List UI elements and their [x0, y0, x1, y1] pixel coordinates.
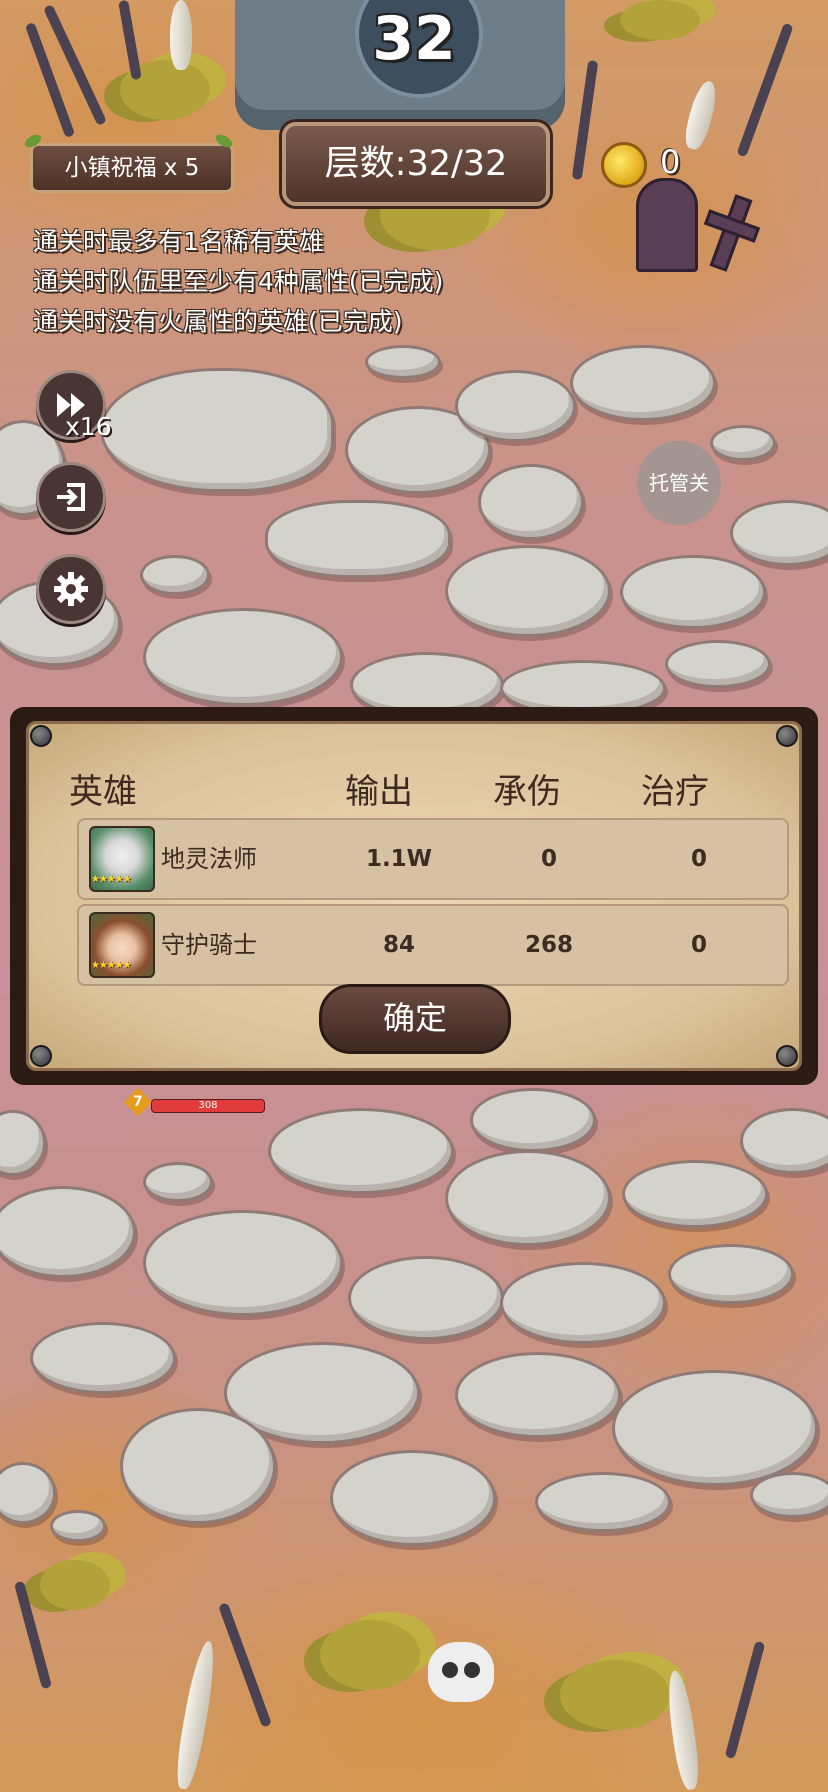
floor-indicator: 层数:32/32 — [282, 122, 550, 206]
stone-tile — [478, 464, 584, 540]
dark-spike — [724, 1640, 766, 1760]
coin-count: 0 — [660, 143, 681, 181]
bush — [40, 1560, 110, 1610]
objective-list: 通关时最多有1名稀有英雄 通关时队伍里至少有4种属性(已完成) 通关时没有火属性… — [33, 222, 443, 342]
stone-tile — [265, 500, 451, 578]
bone-tusk — [172, 1639, 220, 1791]
taken-value: 268 — [524, 932, 573, 958]
rivet-icon — [30, 725, 52, 747]
auto-play-label: 托管关 — [649, 471, 709, 495]
objective-item: 通关时最多有1名稀有英雄 — [33, 227, 324, 256]
bone-tusk — [681, 78, 721, 152]
tombstone — [636, 178, 698, 272]
speed-label: x16 — [65, 412, 112, 441]
stone-tile — [100, 368, 334, 492]
stone-tile — [445, 545, 611, 637]
rivet-icon — [30, 1045, 52, 1067]
hero-name: 守护骑士 — [161, 931, 257, 959]
stone-tile — [0, 1462, 56, 1524]
star-rating: ★★★★★ — [91, 874, 132, 885]
bone-tusk — [663, 1669, 703, 1791]
stone-tile — [730, 500, 828, 566]
stone-tile — [500, 1262, 666, 1344]
damage-value: 1.1W — [365, 846, 433, 872]
unit-level: 7 — [133, 1094, 143, 1110]
floor-label: 层数:32/32 — [324, 144, 508, 184]
stone-tile — [535, 1472, 671, 1532]
stone-tile — [0, 1186, 136, 1278]
heal-value: 0 — [690, 846, 707, 872]
bush — [560, 1660, 670, 1730]
header-damage: 输出 — [345, 772, 413, 812]
stone-tile — [120, 1408, 276, 1524]
header-hero: 英雄 — [69, 772, 137, 812]
dark-spike — [218, 1602, 272, 1728]
table-row: ★★★★★ 地灵法师 1.1W 0 0 — [77, 818, 789, 900]
rivet-icon — [776, 1045, 798, 1067]
settings-button[interactable] — [36, 554, 106, 624]
exit-icon — [57, 483, 85, 511]
stone-tile — [710, 425, 776, 461]
stone-tile — [143, 1162, 213, 1202]
damage-value: 84 — [382, 932, 415, 958]
coin-icon — [601, 142, 647, 188]
unit-hp-value: 308 — [198, 1100, 218, 1111]
stone-tile — [570, 345, 716, 421]
stone-tile — [330, 1450, 496, 1546]
stone-tile — [445, 1150, 611, 1246]
stone-tile — [740, 1108, 828, 1174]
header-heal: 治疗 — [641, 772, 709, 812]
blessing-label: 小镇祝福 x 5 — [64, 155, 200, 181]
table-row: ★★★★★ 守护骑士 84 268 0 — [77, 904, 789, 986]
stone-tile — [750, 1472, 828, 1518]
stone-tile — [50, 1510, 106, 1542]
level-number: 32 — [372, 4, 456, 74]
unit-hp-bar: 308 — [151, 1099, 265, 1113]
exit-button[interactable] — [36, 462, 106, 532]
header-taken: 承伤 — [493, 772, 561, 812]
star-rating: ★★★★★ — [91, 960, 132, 971]
stone-tile — [455, 1352, 621, 1438]
stone-tile — [140, 555, 210, 595]
dark-spike — [571, 59, 599, 181]
confirm-button[interactable]: 确定 — [319, 984, 511, 1054]
stone-tile — [622, 1160, 768, 1228]
stone-tile — [30, 1322, 176, 1394]
stone-tile — [612, 1370, 818, 1486]
objective-item: 通关时队伍里至少有4种属性(已完成) — [33, 267, 444, 296]
stone-tile — [143, 1210, 343, 1316]
taken-value: 0 — [540, 846, 557, 872]
stone-tile — [268, 1108, 454, 1194]
stone-tile — [143, 608, 343, 706]
stone-tile — [365, 345, 441, 379]
skull-icon — [428, 1642, 494, 1702]
auto-play-button[interactable]: 托管关 — [637, 441, 721, 525]
gear-icon — [54, 572, 88, 606]
heal-value: 0 — [690, 932, 707, 958]
confirm-label: 确定 — [382, 999, 447, 1037]
blessing-badge[interactable]: 小镇祝福 x 5 — [30, 143, 234, 193]
stone-tile — [348, 1256, 504, 1340]
stone-tile — [455, 370, 576, 442]
hero-name: 地灵法师 — [161, 845, 257, 873]
stone-tile — [665, 640, 771, 688]
stone-tile — [620, 555, 766, 629]
bush — [320, 1620, 420, 1690]
stone-tile — [668, 1244, 794, 1304]
objective-item: 通关时没有火属性的英雄(已完成) — [33, 307, 403, 336]
stone-tile — [0, 1110, 46, 1176]
stone-tile — [470, 1088, 596, 1152]
rivet-icon — [776, 725, 798, 747]
